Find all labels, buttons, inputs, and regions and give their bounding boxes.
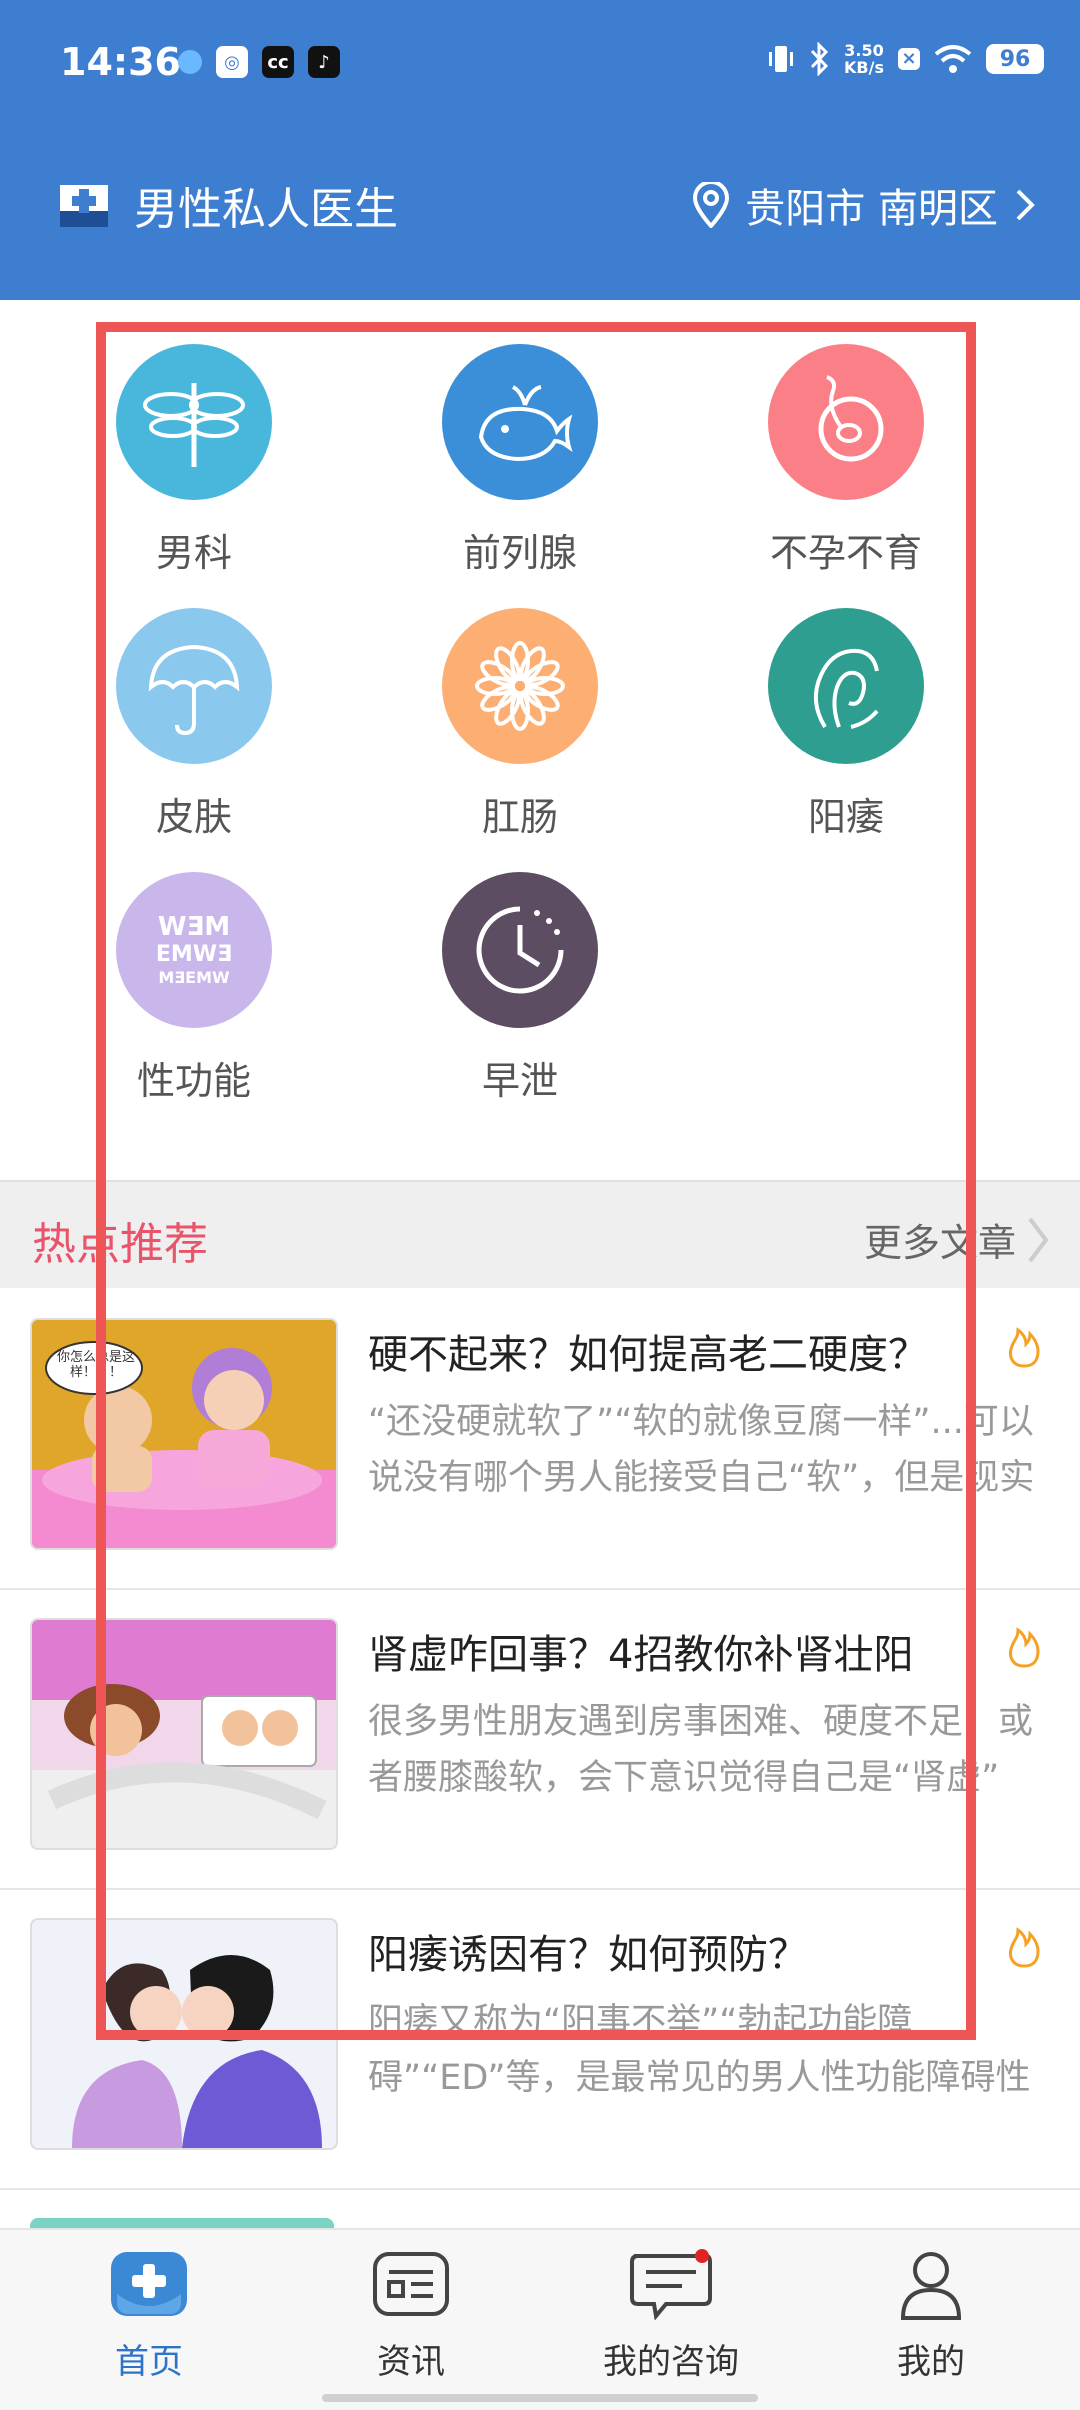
whale-icon xyxy=(478,385,573,462)
eye-chart-icon: WƎM EMWƎ MƎEMW xyxy=(156,912,232,987)
tab-consult[interactable]: 我的咨询 xyxy=(536,2248,806,2383)
home-indicator[interactable] xyxy=(322,2394,758,2402)
fire-icon xyxy=(1009,1627,1040,1668)
user-icon xyxy=(900,2252,962,2320)
article-item[interactable]: 你怎么总是这样！！！ 硬不起来？如何提高老二硬度？ “还没硬就软了”“软的就像豆… xyxy=(0,1288,1080,1590)
wifi-icon xyxy=(934,45,972,73)
category-label: 肛肠 xyxy=(481,795,558,839)
dragonfly-icon xyxy=(143,383,245,467)
category-label: 前列腺 xyxy=(462,531,577,575)
category-circle xyxy=(442,608,598,764)
category-label: 男科 xyxy=(155,531,232,575)
category-skin[interactable]: 皮肤 xyxy=(54,608,334,841)
category-circle: WƎM EMWƎ MƎEMW xyxy=(116,872,272,1028)
app-cc-icon: cc xyxy=(262,46,294,78)
app-title: 男性私人医生 xyxy=(134,184,398,235)
category-impotence[interactable]: 阳痿 xyxy=(706,608,986,841)
net-speed: 3.50 KB/s xyxy=(844,41,884,77)
tab-label: 首页 xyxy=(115,2342,183,2382)
tab-label: 我的 xyxy=(897,2342,965,2382)
article-thumbnail xyxy=(30,1618,338,1850)
battery-icon: 96 xyxy=(986,44,1044,74)
category-circle xyxy=(768,608,924,764)
bluetooth-icon xyxy=(810,42,829,76)
cartoon-bed-image xyxy=(32,1620,336,1848)
flower-icon xyxy=(475,641,565,731)
clock-icon xyxy=(476,906,564,994)
umbrella-icon xyxy=(148,644,240,736)
next-article-peek xyxy=(30,2218,334,2228)
wilted-icon xyxy=(813,648,879,729)
chat-icon xyxy=(630,2249,712,2321)
medical-kit-icon xyxy=(60,185,108,227)
category-andrology[interactable]: 男科 xyxy=(54,344,334,577)
location-selector[interactable]: 贵阳市 南明区 xyxy=(691,170,1038,240)
article-summary: “还没硬就软了”“软的就像豆腐一样”...可以说没有哪个男人能接受自己“软”，但… xyxy=(368,1402,1035,1498)
app-header: 14:36 ◎ cc ♪ 3.50 KB/s × 96 男性私人医生 贵阳市 南明… xyxy=(0,0,1080,300)
more-articles-link[interactable]: 更多文章 xyxy=(864,1212,1050,1267)
category-circle xyxy=(442,872,598,1028)
no-sim-icon: × xyxy=(898,48,920,70)
category-circle xyxy=(768,344,924,500)
category-label: 阳痿 xyxy=(807,795,884,839)
status-bar: 14:36 ◎ cc ♪ 3.50 KB/s × 96 xyxy=(0,0,1080,130)
tiktok-icon: ♪ xyxy=(308,46,340,78)
article-summary: 阳痿又称为“阳事不举”“勃起功能障碍”“ED”等，是最常见的男人性功能障碍性疾病… xyxy=(368,2002,1031,2098)
category-circle xyxy=(116,344,272,500)
status-time: 14:36 xyxy=(60,40,181,84)
bottom-tab-bar: 首页 资讯 我的咨询 我的 xyxy=(0,2228,1080,2410)
article-title: 肾虚咋回事？4招教你补肾壮阳 xyxy=(368,1632,914,1678)
article-title: 硬不起来？如何提高老二硬度？ xyxy=(368,1332,928,1378)
fire-icon xyxy=(1009,1327,1040,1368)
tab-label: 资讯 xyxy=(377,2342,445,2382)
thumbnail-caption: 你怎么总是这样！！！ xyxy=(56,1350,135,1380)
more-articles-label: 更多文章 xyxy=(863,1221,1016,1265)
svg-text:WƎM: WƎM xyxy=(158,912,230,942)
category-premature[interactable]: 早泄 xyxy=(380,872,660,1105)
category-label: 皮肤 xyxy=(155,795,232,839)
location-pin-icon xyxy=(693,182,730,228)
hot-recommend-header: 热点推荐 更多文章 xyxy=(0,1180,1080,1288)
fire-icon xyxy=(1009,1927,1040,1968)
category-prostate[interactable]: 前列腺 xyxy=(380,344,660,577)
category-circle xyxy=(116,608,272,764)
category-circle xyxy=(442,344,598,500)
article-thumbnail: 你怎么总是这样！！！ xyxy=(30,1318,338,1550)
app-dot-icon xyxy=(178,50,202,74)
category-label: 性功能 xyxy=(136,1059,251,1103)
article-thumbnail xyxy=(30,1918,338,2150)
status-app-icons: ◎ cc ♪ xyxy=(178,46,340,78)
sperm-icon xyxy=(818,375,884,462)
section-title: 热点推荐 xyxy=(32,1219,208,1270)
svg-text:MƎEMW: MƎEMW xyxy=(158,968,230,987)
svg-text:EMWƎ: EMWƎ xyxy=(156,942,232,967)
article-item[interactable]: 阳痿诱因有？如何预防？ 阳痿又称为“阳事不举”“勃起功能障碍”“ED”等，是最常… xyxy=(0,1888,1080,2190)
tab-me[interactable]: 我的 xyxy=(796,2248,1066,2383)
app-o-icon: ◎ xyxy=(216,46,248,78)
category-label: 不孕不育 xyxy=(769,531,922,575)
tab-news[interactable]: 资讯 xyxy=(276,2248,546,2383)
tab-label: 我的咨询 xyxy=(603,2342,739,2382)
home-plus-icon xyxy=(111,2252,187,2316)
app-title-row: 男性私人医生 xyxy=(60,170,398,240)
vibrate-icon xyxy=(769,46,794,72)
news-icon xyxy=(373,2252,449,2316)
category-sexual-function[interactable]: WƎM EMWƎ MƎEMW 性功能 xyxy=(54,872,334,1105)
article-item[interactable]: 肾虚咋回事？4招教你补肾壮阳 很多男性朋友遇到房事困难、硬度不足，或者腰膝酸软，… xyxy=(0,1588,1080,1890)
category-infertility[interactable]: 不孕不育 xyxy=(706,344,986,577)
chevron-right-icon xyxy=(1028,1217,1049,1262)
chevron-right-icon xyxy=(1016,189,1035,221)
cartoon-kiss-image xyxy=(72,1955,322,2148)
category-label: 早泄 xyxy=(481,1059,558,1103)
category-anorectal[interactable]: 肛肠 xyxy=(380,608,660,841)
article-summary: 很多男性朋友遇到房事困难、硬度不足，或者腰膝酸软，会下意识觉得自己是“肾虚” xyxy=(368,1702,1034,1798)
tab-home[interactable]: 首页 xyxy=(14,2248,284,2383)
status-right: 3.50 KB/s × 96 xyxy=(768,42,1044,76)
article-title: 阳痿诱因有？如何预防？ xyxy=(368,1932,808,1978)
location-text: 贵阳市 南明区 xyxy=(745,186,998,232)
